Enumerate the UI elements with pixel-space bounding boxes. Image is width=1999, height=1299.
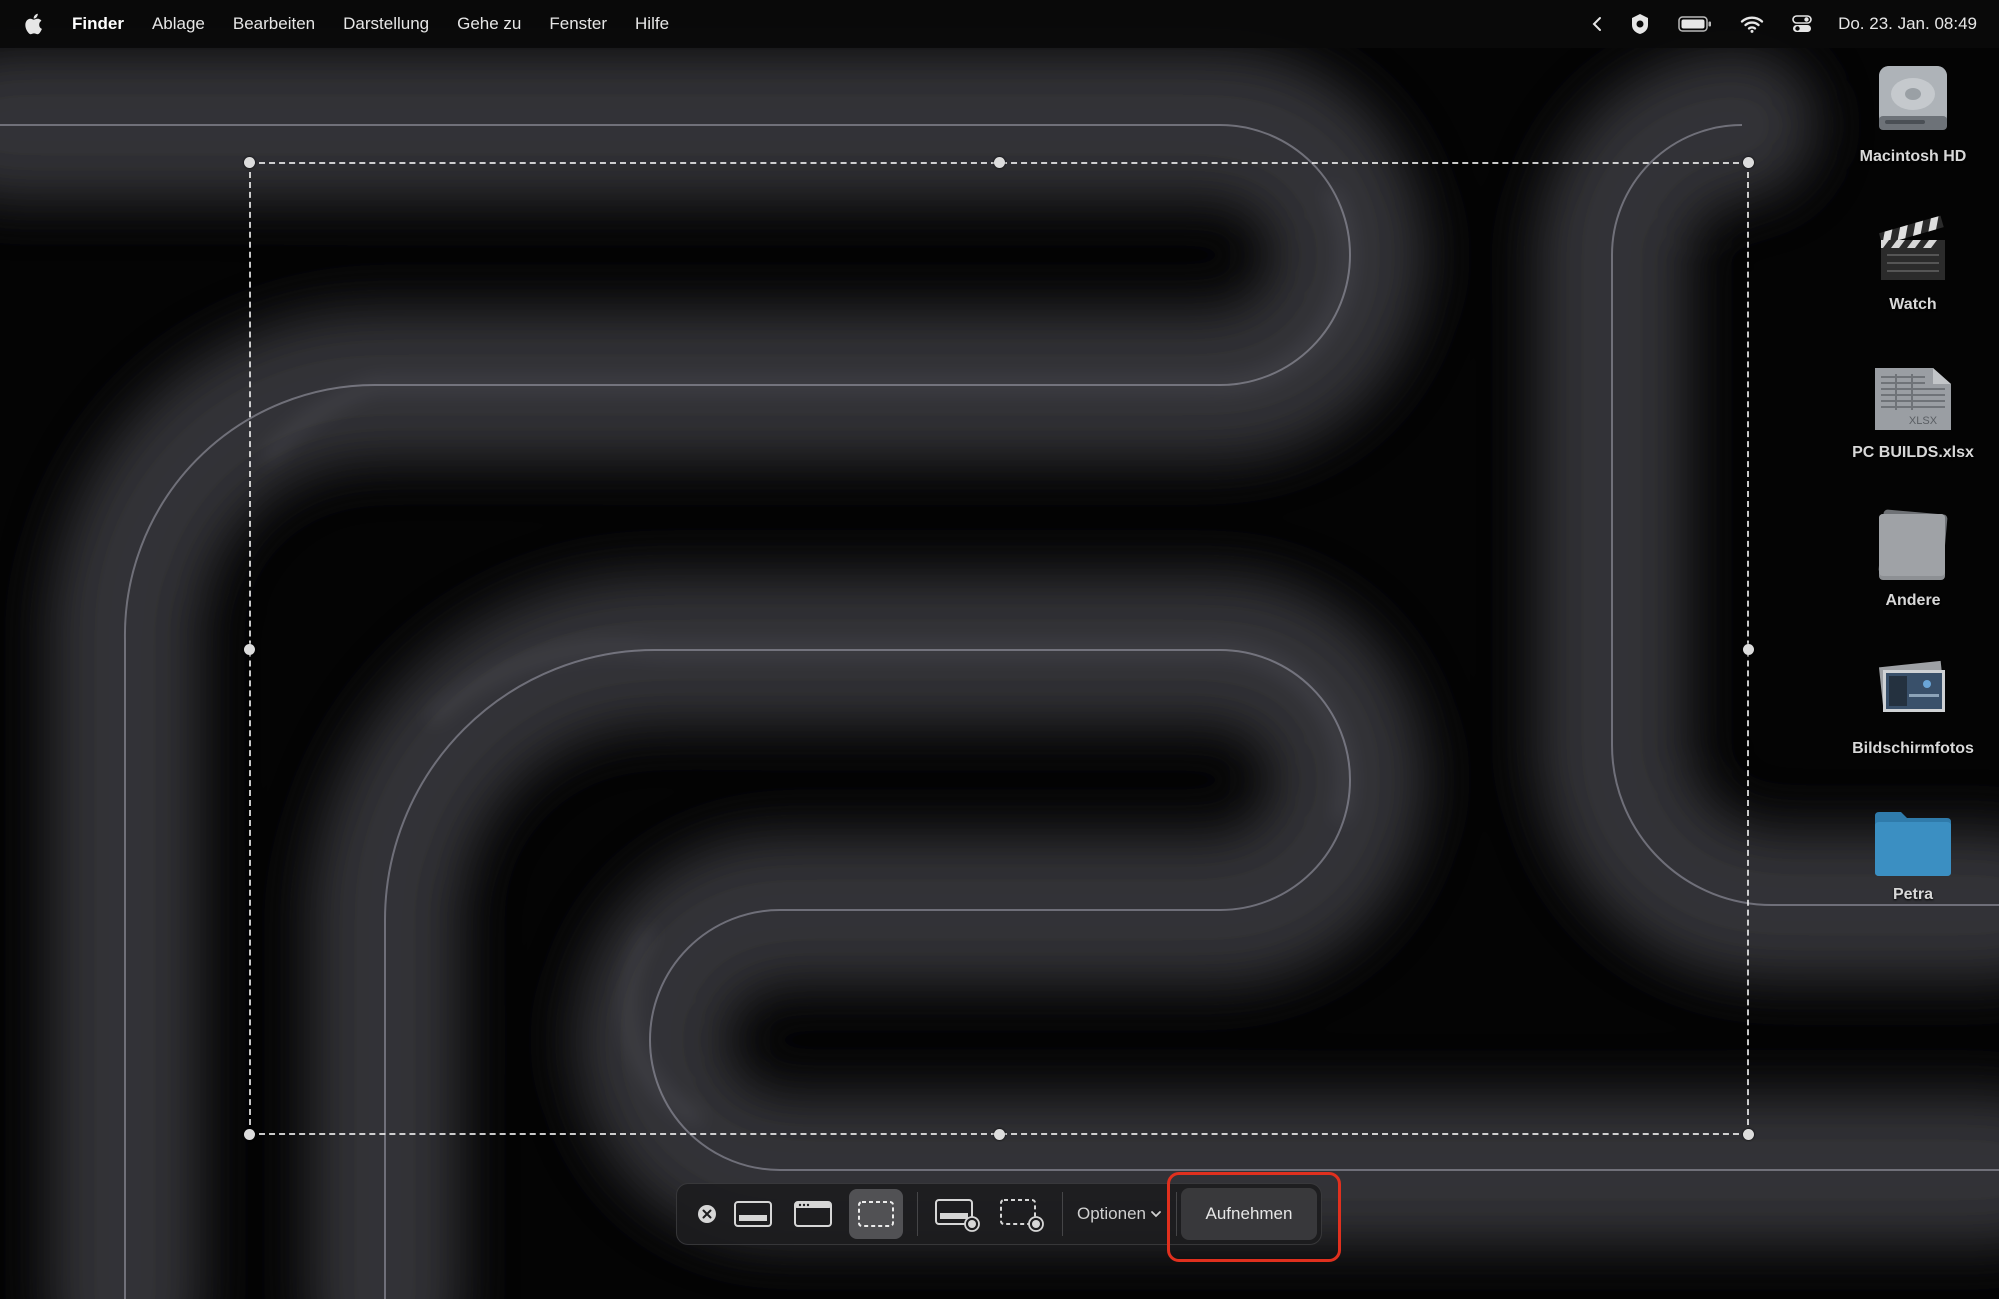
desktop-icon-andere[interactable]: Andere bbox=[1843, 504, 1983, 610]
resize-handle-bottom[interactable] bbox=[994, 1129, 1005, 1140]
toolbar-divider bbox=[917, 1192, 918, 1236]
menu-app-finder[interactable]: Finder bbox=[72, 14, 124, 34]
resize-handle-right[interactable] bbox=[1743, 644, 1754, 655]
close-icon bbox=[698, 1205, 716, 1223]
spreadsheet-file-icon: XLSX bbox=[1875, 368, 1951, 430]
resize-handle-top[interactable] bbox=[994, 157, 1005, 168]
desktop-icon-label: Bildschirmfotos bbox=[1852, 740, 1974, 757]
battery-icon[interactable] bbox=[1678, 16, 1712, 32]
vpn-shield-icon[interactable] bbox=[1630, 13, 1650, 35]
clapperboard-icon bbox=[1878, 215, 1945, 280]
folder-icon bbox=[1875, 812, 1951, 876]
menu-fenster[interactable]: Fenster bbox=[549, 14, 607, 34]
resize-handle-left[interactable] bbox=[244, 644, 255, 655]
desktop-icon-petra[interactable]: Petra bbox=[1843, 806, 1983, 904]
desktop-icon-macintosh-hd[interactable]: Macintosh HD bbox=[1843, 58, 1983, 166]
hard-drive-icon bbox=[1879, 66, 1947, 130]
capture-window-button[interactable] bbox=[785, 1189, 841, 1239]
menu-ablage[interactable]: Ablage bbox=[152, 14, 205, 34]
record-entire-screen-icon bbox=[935, 1199, 980, 1232]
resize-handle-top-right[interactable] bbox=[1743, 157, 1754, 168]
capture-selection-button[interactable] bbox=[849, 1189, 903, 1239]
capture-selection-icon bbox=[858, 1201, 894, 1227]
record-selection-icon bbox=[1000, 1199, 1044, 1232]
desktop-icon-watch[interactable]: Watch bbox=[1843, 206, 1983, 314]
capture-button-highlight bbox=[1167, 1172, 1341, 1262]
desktop-icon-label: PC BUILDS.xlsx bbox=[1852, 444, 1974, 461]
chevron-down-icon bbox=[1151, 1211, 1161, 1218]
capture-selection-area[interactable] bbox=[244, 157, 1754, 1140]
menubar-clock[interactable]: Do. 23. Jan. 08:49 bbox=[1838, 14, 1977, 34]
record-selection-button[interactable] bbox=[994, 1189, 1050, 1239]
menu-darstellung[interactable]: Darstellung bbox=[343, 14, 429, 34]
desktop-icon-label: Watch bbox=[1889, 296, 1937, 313]
desktop-icon-label: Petra bbox=[1892, 886, 1934, 903]
folder-stack-icon bbox=[1878, 509, 1948, 580]
capture-window-icon bbox=[794, 1201, 832, 1227]
desktop-icon-bildschirmfotos[interactable]: Bildschirmfotos bbox=[1843, 654, 1983, 758]
options-dropdown-button[interactable]: Optionen bbox=[1063, 1183, 1176, 1245]
desktop-icon-label: Macintosh HD bbox=[1859, 148, 1967, 165]
resize-handle-bottom-left[interactable] bbox=[244, 1129, 255, 1140]
options-label: Optionen bbox=[1077, 1204, 1146, 1223]
wifi-icon[interactable] bbox=[1740, 15, 1764, 33]
capture-entire-screen-button[interactable] bbox=[727, 1189, 779, 1239]
screenshot-stack-icon bbox=[1878, 660, 1946, 712]
desktop-icon-label: Andere bbox=[1885, 592, 1941, 609]
menu-hilfe[interactable]: Hilfe bbox=[635, 14, 669, 34]
chevron-left-icon[interactable] bbox=[1592, 16, 1602, 32]
record-entire-screen-button[interactable] bbox=[930, 1189, 986, 1239]
close-toolbar-button[interactable] bbox=[689, 1204, 725, 1224]
menu-bar: Finder Ablage Bearbeiten Darstellung Geh… bbox=[0, 0, 1999, 48]
capture-entire-screen-icon bbox=[734, 1201, 772, 1227]
resize-handle-top-left[interactable] bbox=[244, 157, 255, 168]
resize-handle-bottom-right[interactable] bbox=[1743, 1129, 1754, 1140]
menu-gehe-zu[interactable]: Gehe zu bbox=[457, 14, 521, 34]
apple-menu-icon[interactable] bbox=[24, 12, 46, 36]
desktop-icon-pc-builds-xlsx[interactable]: XLSX PC BUILDS.xlsx bbox=[1843, 356, 1983, 462]
file-type-badge: XLSX bbox=[1909, 415, 1938, 427]
control-center-icon[interactable] bbox=[1792, 15, 1812, 33]
menu-bearbeiten[interactable]: Bearbeiten bbox=[233, 14, 315, 34]
